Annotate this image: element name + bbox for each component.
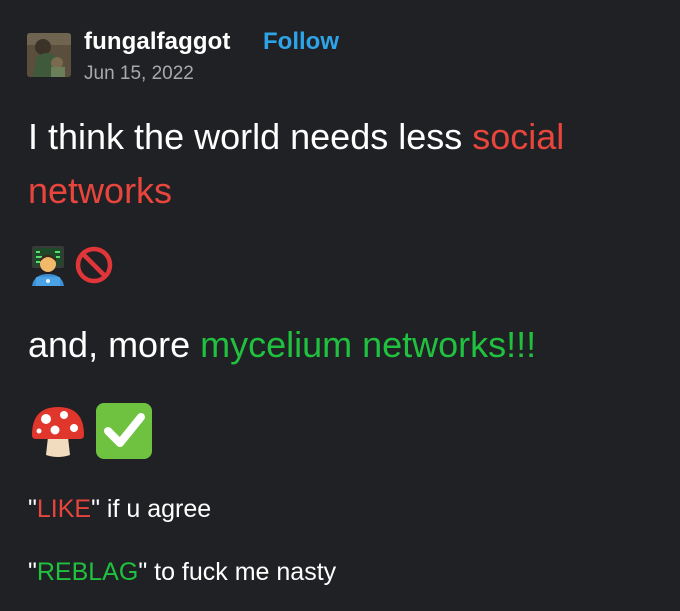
reblag-line: "REBLAG" to fuck me nasty	[28, 558, 336, 587]
technologist-emoji-icon	[28, 244, 68, 291]
check-mark-button-emoji-icon	[94, 401, 154, 466]
like-line: "LIKE" if u agree	[28, 495, 211, 524]
mushroom-emoji-icon	[28, 401, 88, 466]
author-username[interactable]: fungalfaggot	[84, 28, 231, 56]
like-open-quote: "	[28, 495, 37, 523]
post-date[interactable]: Jun 15, 2022	[84, 63, 194, 85]
prohibited-emoji-icon	[74, 245, 114, 290]
line3-text: and, more	[28, 324, 201, 365]
reblag-open-quote: "	[28, 558, 37, 586]
line1-text: I think the world needs less	[28, 116, 473, 157]
reblag-rest: " to fuck me nasty	[138, 558, 337, 586]
avatar[interactable]	[27, 33, 71, 77]
like-rest: " if u agree	[91, 495, 212, 523]
post-text-line-2: networks	[28, 170, 173, 211]
post: fungalfaggot Follow Jun 15, 2022 I think…	[0, 0, 680, 611]
post-text-line-1: I think the world needs less social	[28, 111, 564, 163]
emoji-row-1	[28, 244, 114, 291]
emoji-row-2	[28, 401, 154, 466]
post-text-line-3: and, more mycelium networks!!!	[28, 319, 536, 371]
like-word: LIKE	[36, 495, 92, 523]
line1-red-text: social	[472, 116, 565, 157]
line3-green-text: mycelium networks!!!	[200, 324, 537, 365]
reblag-word: REBLAG	[36, 558, 139, 586]
follow-button[interactable]: Follow	[263, 28, 339, 56]
